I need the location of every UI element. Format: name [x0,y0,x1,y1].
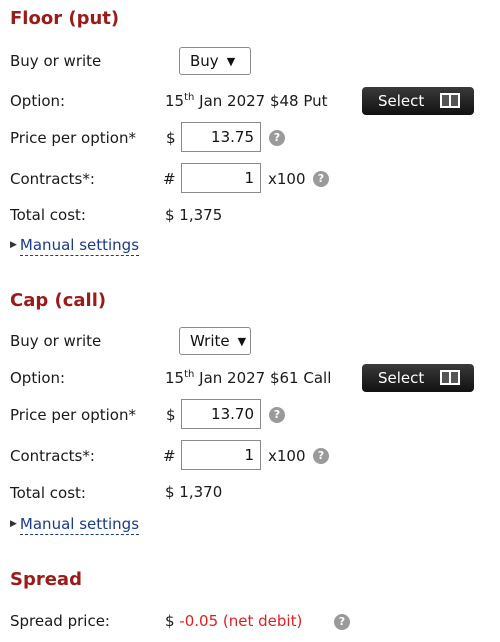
cap-option-rest: Jan 2027 $61 Call [199,369,332,387]
spread-price-amount: -0.05 (net debit) [179,612,303,630]
cap-heading: Cap (call) [10,290,107,311]
floor-option-label: Option: [10,92,66,110]
floor-contracts-help-icon[interactable]: ? [313,171,329,187]
floor-contracts-multiplier: x100 [268,170,306,188]
floor-buy-write-select[interactable]: Buy ▼ [179,47,251,75]
floor-total-value: $ 1,375 [165,206,223,224]
floor-manual-settings-link[interactable]: ▶ Manual settings [10,236,140,256]
cap-manual-settings-label: Manual settings [19,515,140,535]
cap-price-label: Price per option* [10,406,136,424]
floor-buy-write-value: Buy [190,52,219,70]
floor-price-currency: $ [166,129,176,147]
cap-select-button[interactable]: Select [362,364,474,392]
cap-buy-write-value: Write [190,332,230,350]
spread-price-currency: $ [165,612,175,630]
spread-price-help-icon[interactable]: ? [334,614,350,630]
floor-select-label: Select [378,92,425,110]
cap-option-day-suffix: th [184,369,195,380]
floor-contracts-input[interactable]: 1 [181,163,261,193]
cap-select-label: Select [378,369,425,387]
cap-manual-settings-link[interactable]: ▶ Manual settings [10,515,140,535]
cap-option-label: Option: [10,369,66,387]
strategy-form: Floor (put) Buy or write Buy ▼ Option: 1… [0,0,500,642]
chevron-down-icon: ▼ [237,334,247,348]
floor-contracts-prefix: # [163,170,176,188]
cap-total-label: Total cost: [10,484,86,502]
cap-contracts-help-icon[interactable]: ? [313,448,329,464]
floor-option-day: 15 [165,92,185,110]
cap-price-help-icon[interactable]: ? [269,407,285,423]
option-chain-icon [440,370,460,385]
chevron-down-icon: ▼ [226,54,236,68]
floor-price-help-icon[interactable]: ? [269,130,285,146]
floor-option-rest: Jan 2027 $48 Put [199,92,328,110]
cap-contracts-label: Contracts*: [10,447,95,465]
cap-contracts-prefix: # [163,447,176,465]
option-chain-icon [440,93,460,108]
spread-price-value: $ -0.05 (net debit) [165,612,302,630]
cap-contracts-input[interactable]: 1 [181,440,261,470]
cap-buy-write-select[interactable]: Write ▼ [179,327,251,355]
floor-heading: Floor (put) [10,8,120,29]
floor-option-day-suffix: th [184,92,195,103]
spread-price-label: Spread price: [10,612,110,630]
floor-price-input[interactable]: 13.75 [181,122,261,152]
floor-total-label: Total cost: [10,206,86,224]
floor-manual-settings-label: Manual settings [19,236,140,256]
spread-heading: Spread [10,569,82,590]
cap-buy-write-label: Buy or write [10,332,102,350]
floor-option-value: 15th Jan 2027 $48 Put [165,92,328,110]
cap-contracts-multiplier: x100 [268,447,306,465]
floor-select-button[interactable]: Select [362,87,474,115]
cap-total-value: $ 1,370 [165,483,223,501]
cap-price-input[interactable]: 13.70 [181,399,261,429]
cap-option-day: 15 [165,369,185,387]
cap-price-currency: $ [166,406,176,424]
caret-right-icon: ▶ [10,519,17,529]
floor-buy-write-label: Buy or write [10,52,102,70]
floor-contracts-label: Contracts*: [10,170,95,188]
cap-option-value: 15th Jan 2027 $61 Call [165,369,331,387]
floor-price-label: Price per option* [10,129,136,147]
caret-right-icon: ▶ [10,240,17,250]
